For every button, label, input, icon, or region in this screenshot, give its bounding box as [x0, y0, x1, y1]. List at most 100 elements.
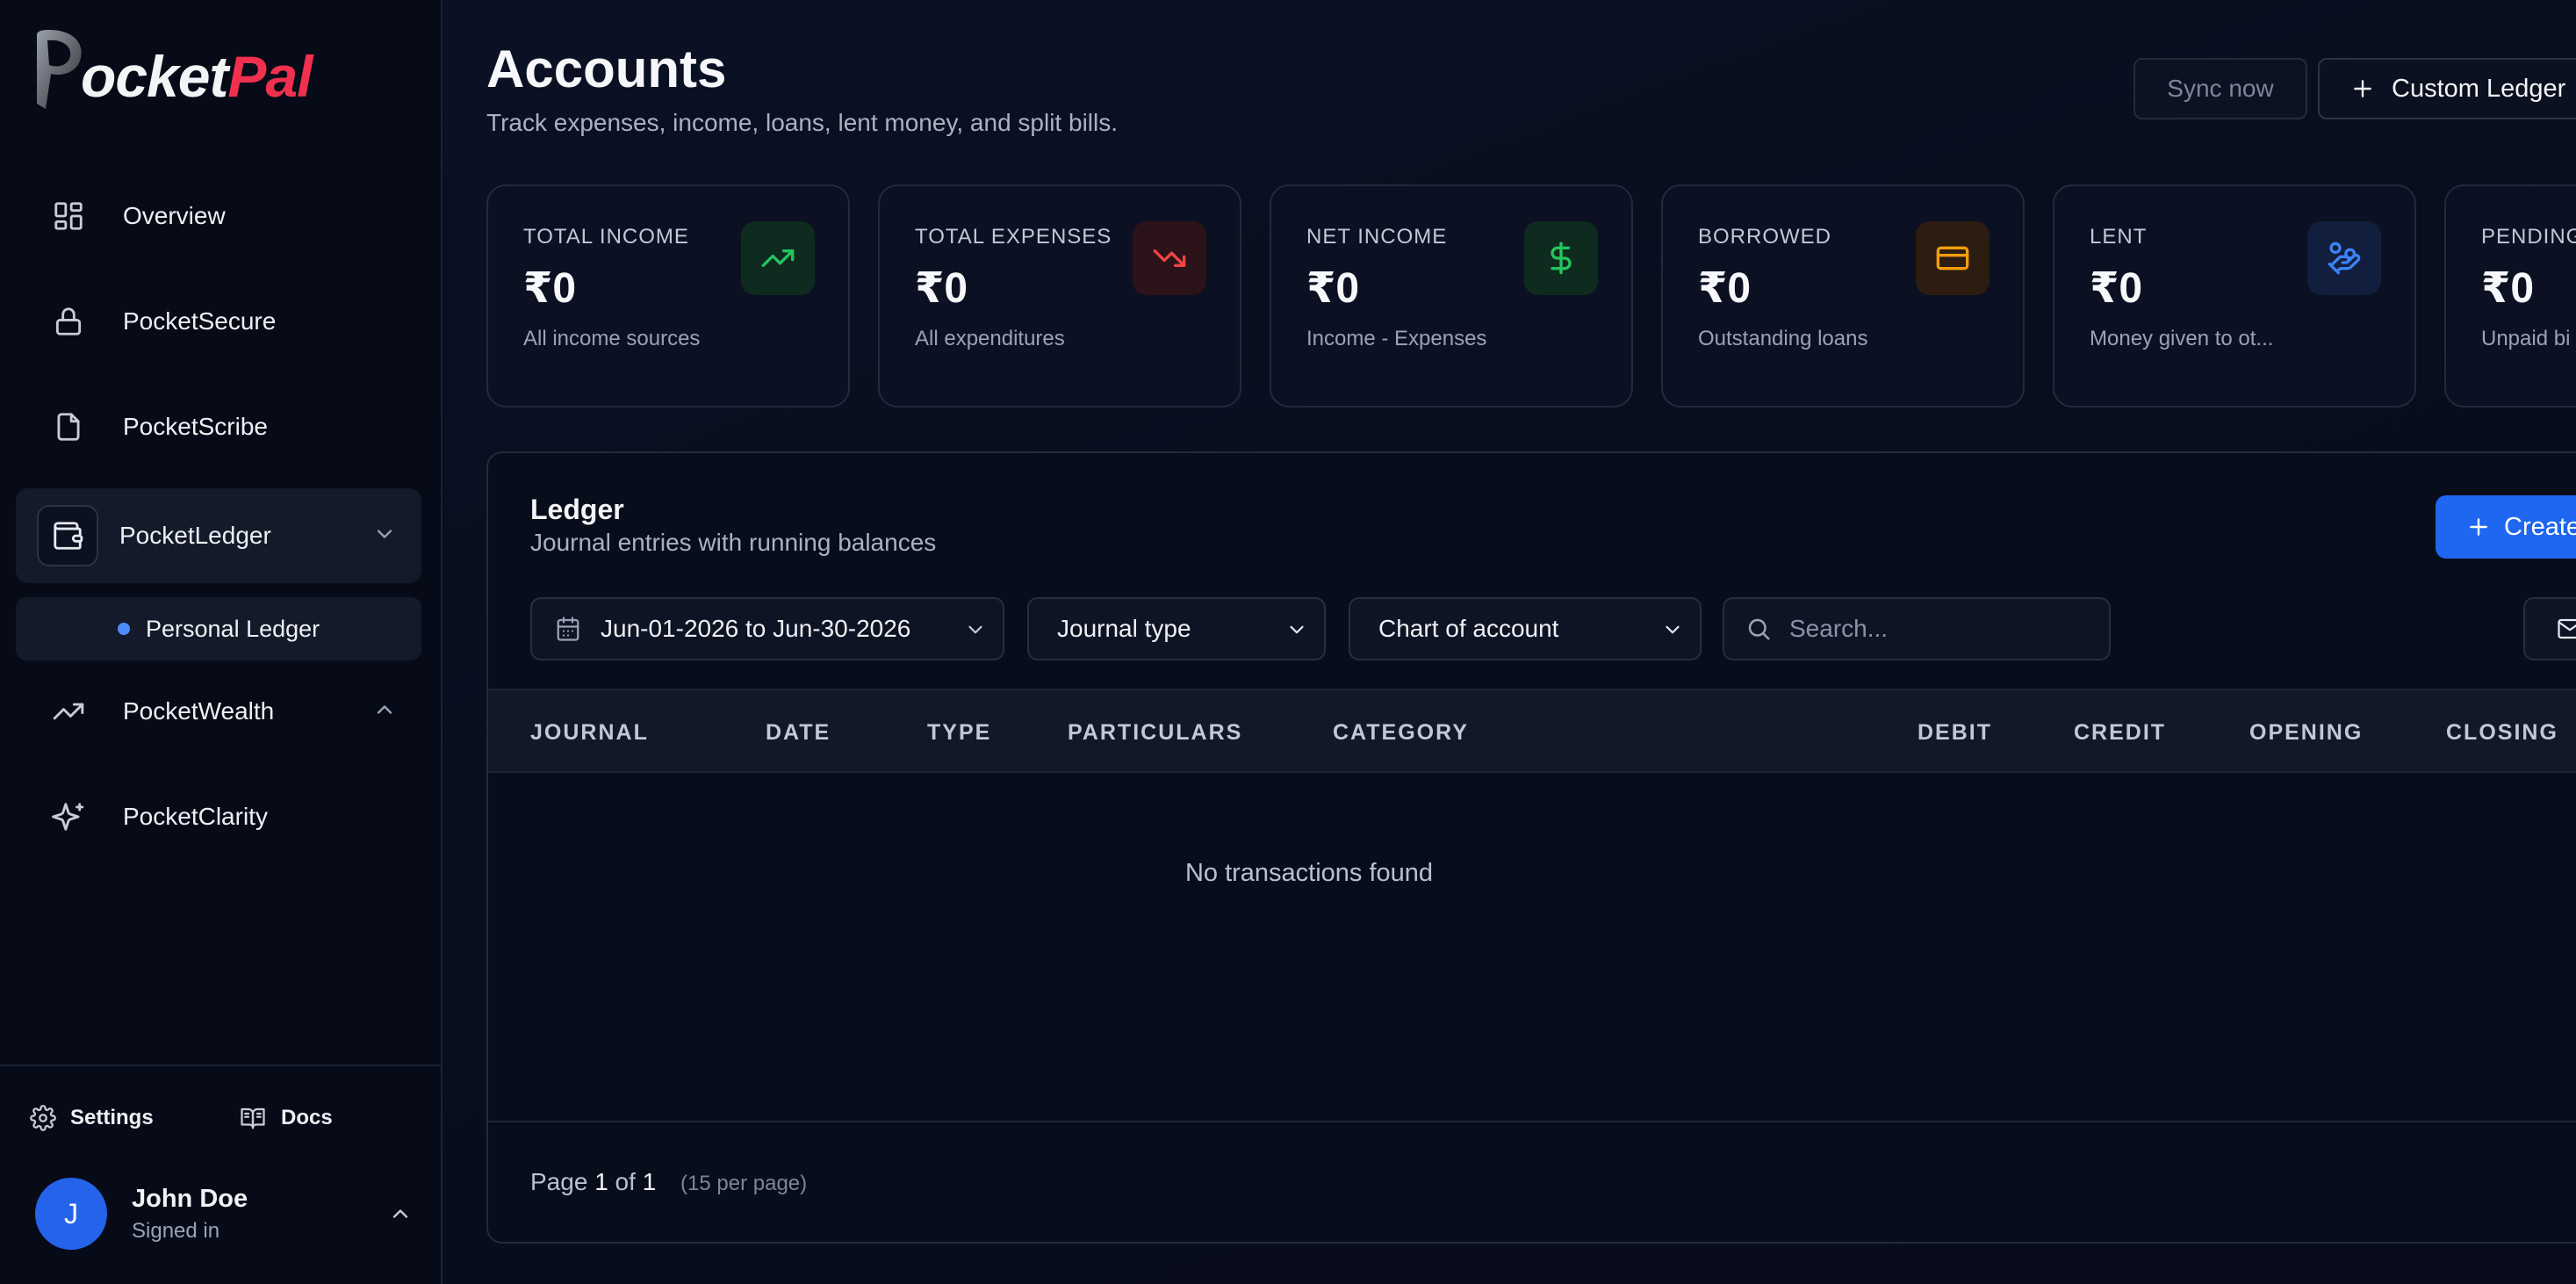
journal-type-select[interactable]: Journal type: [1027, 597, 1326, 660]
chart-of-account-select[interactable]: Chart of account: [1349, 597, 1702, 660]
column-header-type[interactable]: TYPE: [927, 720, 991, 746]
empty-state-text: No transactions found: [1184, 859, 1434, 887]
card-subtitle: All income sources: [523, 327, 701, 350]
card-subtitle: Income - Expenses: [1306, 327, 1487, 350]
page-of: of: [615, 1168, 636, 1195]
sync-now-button[interactable]: Sync now: [2133, 58, 2307, 119]
card-subtitle: All expenditures: [915, 327, 1065, 350]
avatar: J: [35, 1178, 107, 1250]
chevron-down-icon: [377, 530, 392, 538]
app-logo[interactable]: ocketPal: [32, 26, 313, 114]
search-input[interactable]: [1789, 615, 2105, 643]
sidebar-item-pocketsecure[interactable]: PocketSecure: [16, 274, 421, 369]
sidebar-item-overview[interactable]: Overview: [16, 169, 421, 263]
create-entry-button[interactable]: Create: [2436, 495, 2576, 559]
user-menu[interactable]: J John Doe Signed in: [35, 1177, 413, 1251]
chevron-down-icon: [1666, 625, 1680, 634]
user-status: Signed in: [132, 1218, 220, 1243]
plus-icon: [2470, 518, 2487, 536]
search-field[interactable]: [1723, 597, 2111, 660]
sidebar-item-label: PocketLedger: [119, 522, 271, 549]
column-header-debit[interactable]: DEBIT: [1918, 720, 1992, 746]
docs-link[interactable]: Docs: [239, 1105, 333, 1131]
card-value: ₹0: [1306, 265, 1360, 312]
card-subtitle: Money given to ot...: [2090, 327, 2274, 350]
sidebar-item-label: PocketWealth: [123, 697, 275, 725]
card-title: BORROWED: [1698, 225, 1831, 249]
pagination: Page 1 of 1 (15 per page): [530, 1168, 807, 1196]
card-title: PENDING: [2481, 225, 2576, 249]
card-title: TOTAL INCOME: [523, 225, 689, 249]
active-dot: [118, 623, 130, 635]
sidebar-item-label: PocketScribe: [123, 413, 268, 440]
card-borrowed: BORROWED ₹0 Outstanding loans: [1661, 184, 2025, 408]
calendar-icon: [555, 616, 581, 642]
sparkles-icon: [49, 797, 88, 836]
card-net-income: NET INCOME ₹0 Income - Expenses: [1270, 184, 1633, 408]
card-title: TOTAL EXPENSES: [915, 225, 1112, 249]
search-icon: [1748, 618, 1770, 640]
sidebar-item-pocketwealth[interactable]: PocketWealth: [16, 664, 421, 759]
trending-down-icon: [1133, 221, 1206, 295]
page-title: Accounts: [486, 40, 727, 98]
trending-up-icon: [49, 692, 88, 731]
chevron-down-icon: [968, 625, 982, 634]
column-header-particulars[interactable]: PARTICULARS: [1068, 720, 1242, 746]
credit-card-icon: [1916, 221, 1990, 295]
column-header-opening[interactable]: OPENING: [2249, 720, 2363, 746]
sidebar-item-label: PocketSecure: [123, 307, 277, 335]
card-value: ₹0: [2090, 265, 2143, 312]
wallet-icon: [37, 505, 98, 566]
sidebar-item-label: Overview: [123, 202, 226, 229]
ledger-panel: Ledger Journal entries with running bala…: [486, 451, 2576, 1244]
card-title: LENT: [2090, 225, 2148, 249]
settings-link[interactable]: Settings: [30, 1105, 154, 1131]
per-page-text: (15 per page): [680, 1172, 808, 1195]
card-value: ₹0: [2481, 265, 2535, 312]
chevron-up-icon: [392, 1209, 408, 1218]
trending-up-icon: [741, 221, 815, 295]
mail-icon: [2555, 616, 2576, 642]
sidebar-subitem-personal-ledger[interactable]: Personal Ledger: [16, 597, 421, 660]
dollar-icon: [1524, 221, 1598, 295]
card-total-expenses: TOTAL EXPENSES ₹0 All expenditures: [878, 184, 1241, 408]
card-total-income: TOTAL INCOME ₹0 All income sources: [486, 184, 850, 408]
user-info: John Doe Signed in: [132, 1185, 248, 1244]
card-subtitle: Outstanding loans: [1698, 327, 1868, 350]
column-header-category[interactable]: CATEGORY: [1333, 720, 1469, 746]
card-value: ₹0: [523, 265, 577, 312]
sidebar: ocketPal Overview PocketSecure PocketScr…: [0, 0, 443, 1284]
chevron-up-icon: [377, 705, 392, 714]
column-header-date[interactable]: DATE: [766, 720, 831, 746]
sidebar-subitem-label: Personal Ledger: [146, 615, 320, 642]
card-value: ₹0: [1698, 265, 1752, 312]
sidebar-item-pocketledger[interactable]: PocketLedger: [16, 488, 421, 583]
card-pending: PENDING ₹0 Unpaid bi: [2444, 184, 2576, 408]
column-header-credit[interactable]: CREDIT: [2074, 720, 2166, 746]
book-open-icon: [241, 1107, 265, 1129]
sidebar-item-label: PocketClarity: [123, 803, 268, 830]
email-button[interactable]: [2523, 597, 2576, 660]
column-header-journal[interactable]: JOURNAL: [530, 720, 649, 746]
user-name: John Doe: [132, 1184, 248, 1213]
sidebar-item-pocketscribe[interactable]: PocketScribe: [16, 379, 421, 474]
brand-text-1: ocket: [81, 44, 228, 109]
brand-text-2: Pal: [227, 44, 313, 109]
create-label: Create: [2504, 512, 2576, 541]
ledger-subtitle: Journal entries with running balances: [530, 529, 937, 556]
card-lent: LENT ₹0 Money given to ot...: [2053, 184, 2416, 408]
chart-of-account-value: Chart of account: [1378, 615, 1559, 642]
column-header-closing[interactable]: CLOSING: [2446, 720, 2558, 746]
journal-type-value: Journal type: [1057, 615, 1191, 642]
plus-icon: [2354, 80, 2371, 97]
settings-label: Settings: [70, 1106, 154, 1129]
chevron-down-icon: [1290, 625, 1304, 634]
custom-ledger-button[interactable]: Custom Ledger: [2318, 58, 2576, 119]
page-prefix: Page: [530, 1168, 588, 1195]
card-subtitle: Unpaid bi: [2481, 327, 2571, 350]
date-range-picker[interactable]: Jun-01-2026 to Jun-30-2026: [530, 597, 1004, 660]
sidebar-item-pocketclarity[interactable]: PocketClarity: [16, 769, 421, 864]
table-header: JOURNAL DATE TYPE PARTICULARS CATEGORY D…: [488, 689, 2576, 773]
hand-coins-icon: [2307, 221, 2381, 295]
page-current: 1: [594, 1168, 608, 1195]
